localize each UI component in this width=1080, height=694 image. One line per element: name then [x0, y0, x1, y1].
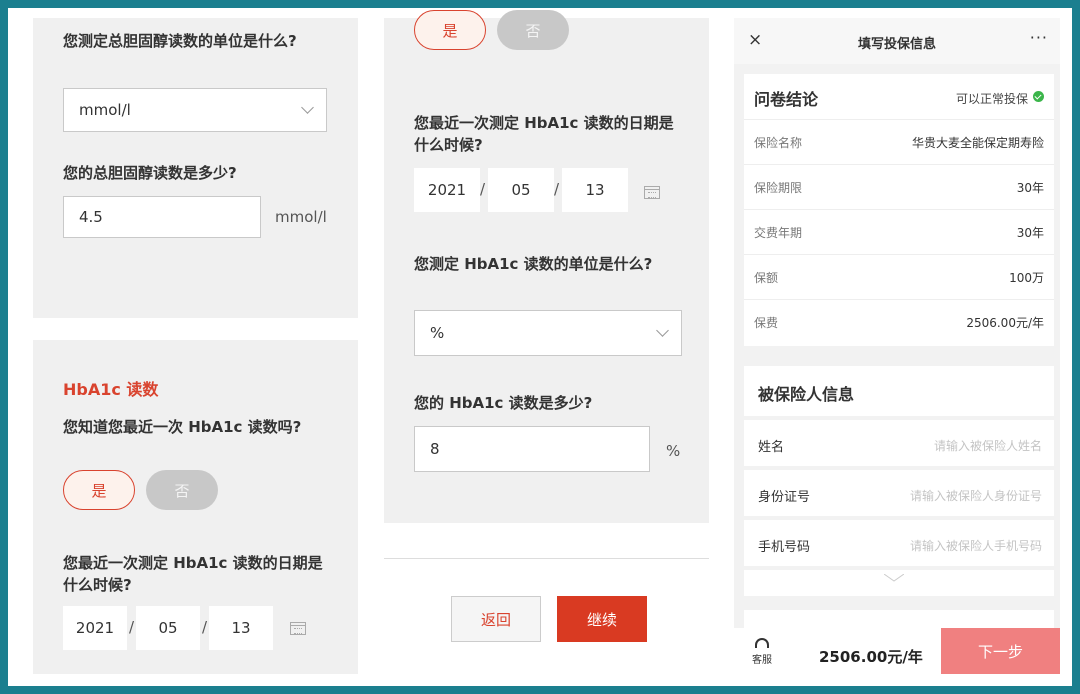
cholesterol-unit-label: mmol/l — [275, 208, 327, 226]
policy-row: 保费 2506.00元/年 — [744, 300, 1054, 345]
no-button[interactable]: 否 — [146, 470, 218, 510]
chevron-down-icon — [656, 324, 669, 337]
question-cholesterol-unit: 您测定总胆固醇读数的单位是什么? — [63, 32, 297, 50]
row-value: 30年 — [1016, 181, 1044, 195]
field-placeholder[interactable]: 请输入被保险人手机号码 — [910, 537, 1042, 554]
form-panel-left: 您测定总胆固醇读数的单位是什么? mmol/l 您的总胆固醇读数是多少? 4.5… — [18, 18, 358, 684]
date-month-input[interactable]: 05 — [488, 168, 554, 212]
policy-row: 保额 100万 — [744, 255, 1054, 300]
date-separator: / — [554, 180, 560, 198]
field-label: 手机号码 — [758, 540, 811, 555]
insured-name-field[interactable]: 姓名 请输入被保险人姓名 — [744, 420, 1054, 466]
hba1c-unit-select[interactable]: % — [414, 310, 682, 356]
date-day-input[interactable]: 13 — [562, 168, 628, 212]
row-value: 100万 — [1009, 271, 1044, 285]
customer-service-label: 客服 — [752, 655, 772, 666]
field-label: 姓名 — [758, 440, 785, 455]
calendar-icon[interactable] — [644, 186, 660, 199]
chevron-down-icon — [301, 101, 314, 114]
insured-id-field[interactable]: 身份证号 请输入被保险人身份证号 — [744, 470, 1054, 516]
screenshot-frame: 您测定总胆固醇读数的单位是什么? mmol/l 您的总胆固醇读数是多少? 4.5… — [0, 0, 1080, 694]
insured-heading-card: 被保险人信息 — [744, 366, 1054, 416]
next-card-edge — [744, 610, 1054, 628]
check-circle-icon — [1033, 91, 1044, 102]
date-year-input[interactable]: 2021 — [63, 606, 127, 650]
conclusion-label: 问卷结论 — [754, 90, 819, 109]
field-label: 身份证号 — [758, 490, 811, 505]
row-value: 30年 — [1016, 226, 1044, 240]
customer-service-button[interactable]: 客服 — [748, 638, 776, 666]
insured-phone-field[interactable]: 手机号码 请输入被保险人手机号码 — [744, 520, 1054, 566]
date-separator: / — [202, 618, 208, 636]
hba1c-card: HbA1c 读数 您知道您最近一次 HbA1c 读数吗? 是 否 您最近一次测定… — [33, 340, 358, 674]
date-separator: / — [129, 618, 135, 636]
row-label: 保险期限 — [754, 181, 803, 195]
back-button[interactable]: 返回 — [451, 596, 541, 642]
question-cholesterol-value: 您的总胆固醇读数是多少? — [63, 164, 237, 182]
hba1c-section-title: HbA1c 读数 — [63, 380, 159, 399]
headset-icon — [755, 638, 769, 648]
question-know-hba1c: 您知道您最近一次 HbA1c 读数吗? — [63, 418, 302, 436]
yes-button[interactable]: 是 — [414, 10, 486, 50]
date-year-input[interactable]: 2021 — [414, 168, 480, 212]
policy-row: 保险名称 华贵大麦全能保定期寿险 — [744, 120, 1054, 165]
cholesterol-value: 4.5 — [79, 208, 103, 226]
yes-button[interactable]: 是 — [63, 470, 135, 510]
hba1c-unit-value: % — [430, 324, 445, 342]
continue-button[interactable]: 继续 — [557, 596, 647, 642]
cholesterol-unit-value: mmol/l — [79, 101, 131, 119]
row-value: 华贵大麦全能保定期寿险 — [911, 136, 1044, 150]
no-button[interactable]: 否 — [497, 10, 569, 50]
expand-row[interactable] — [744, 570, 1054, 596]
total-price: 2506.00元/年 — [819, 648, 923, 666]
row-value: 2506.00元/年 — [966, 316, 1044, 330]
row-label: 保险名称 — [754, 136, 803, 150]
conclusion-value: 可以正常投保 — [955, 92, 1028, 106]
calendar-icon[interactable] — [290, 622, 306, 635]
page-title: 填写投保信息 — [857, 37, 936, 52]
more-icon[interactable]: ··· — [1030, 28, 1048, 47]
hba1c-unit-label: % — [666, 442, 681, 460]
next-step-button[interactable]: 下一步 — [941, 628, 1060, 674]
cholesterol-card: 您测定总胆固醇读数的单位是什么? mmol/l 您的总胆固醇读数是多少? 4.5… — [33, 18, 358, 318]
row-label: 保费 — [754, 316, 779, 330]
form-panel-middle: 是 否 您最近一次测定 HbA1c 读数的日期是什么时候? 2021 / 05 … — [376, 10, 709, 684]
date-day-input[interactable]: 13 — [209, 606, 273, 650]
top-bar: × 填写投保信息 ··· — [734, 18, 1060, 64]
policy-summary-card: 问卷结论 可以正常投保 保险名称 华贵大麦全能保定期寿险 保险期限 30年 交费… — [744, 74, 1054, 346]
cholesterol-unit-select[interactable]: mmol/l — [63, 88, 327, 132]
policy-row: 保险期限 30年 — [744, 165, 1054, 210]
row-label: 保额 — [754, 271, 779, 285]
question-hba1c-date: 您最近一次测定 HbA1c 读数的日期是什么时候? — [63, 554, 323, 594]
row-label: 交费年期 — [754, 226, 803, 240]
bottom-bar: 客服 2506.00元/年 下一步 — [734, 628, 1060, 684]
field-placeholder[interactable]: 请输入被保险人姓名 — [934, 437, 1042, 454]
hba1c-value-input[interactable]: 8 — [414, 426, 650, 472]
insured-heading: 被保险人信息 — [758, 385, 855, 404]
date-separator: / — [480, 180, 486, 198]
date-month-input[interactable]: 05 — [136, 606, 200, 650]
chevron-down-icon — [884, 574, 904, 582]
question-hba1c-date: 您最近一次测定 HbA1c 读数的日期是什么时候? — [414, 114, 674, 154]
mobile-insurance-panel: × 填写投保信息 ··· 问卷结论 可以正常投保 保险名称 华贵大麦全能保定期寿… — [734, 18, 1060, 684]
question-hba1c-value: 您的 HbA1c 读数是多少? — [414, 394, 593, 412]
policy-row: 交费年期 30年 — [744, 210, 1054, 255]
question-hba1c-unit: 您测定 HbA1c 读数的单位是什么? — [414, 255, 653, 273]
field-placeholder[interactable]: 请输入被保险人身份证号 — [910, 487, 1042, 504]
divider — [384, 558, 709, 559]
cholesterol-value-input[interactable]: 4.5 — [63, 196, 261, 238]
hba1c-detail-card: 是 否 您最近一次测定 HbA1c 读数的日期是什么时候? 2021 / 05 … — [384, 10, 709, 523]
hba1c-value: 8 — [430, 440, 440, 458]
conclusion-row: 问卷结论 可以正常投保 — [744, 74, 1054, 120]
